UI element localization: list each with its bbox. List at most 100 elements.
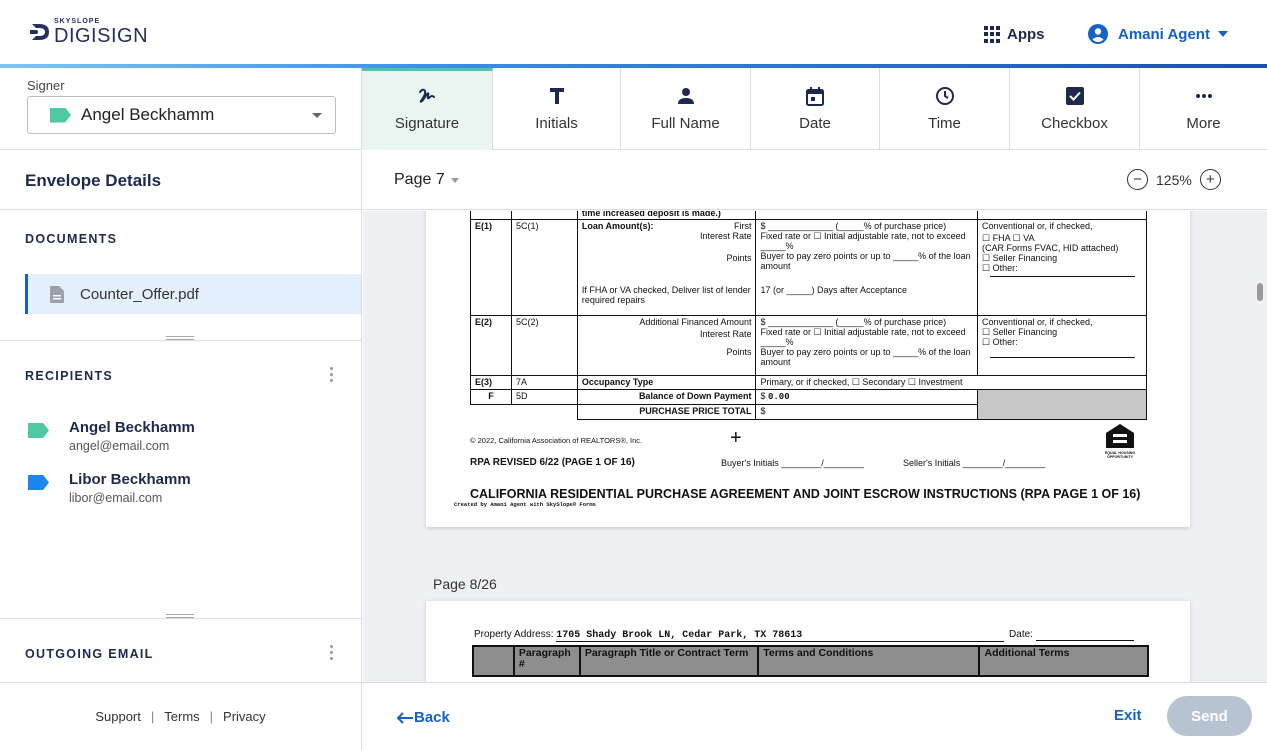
field-toolbar-row: Signer Angel Beckhamm Signature Initials: [0, 68, 1267, 150]
tool-more[interactable]: More: [1140, 68, 1267, 150]
envelope-sidebar: Envelope Details DOCUMENTS Counter_Offer…: [0, 151, 362, 682]
tool-time[interactable]: Time: [880, 68, 1010, 150]
digisign-logo[interactable]: SKYSLOPE DIGISIGN: [30, 18, 148, 46]
doc-cell-shaded: [977, 389, 1147, 420]
doc-header-cell: Additional Terms: [978, 645, 1149, 677]
page-8-label: Page 8/26: [433, 576, 497, 592]
tool-signature[interactable]: Signature: [362, 68, 493, 150]
tool-full-name[interactable]: Full Name: [621, 68, 751, 150]
signer-selected-value: Angel Beckhamm: [81, 105, 215, 124]
doc-cell: E(3): [470, 375, 512, 390]
recipients-label: RECIPIENTS: [25, 369, 114, 383]
doc-text: Conventional or, if checked,: [982, 221, 1093, 231]
outgoing-email-label: OUTGOING EMAIL: [25, 647, 154, 661]
send-button[interactable]: Send: [1167, 696, 1252, 736]
zoom-controls: − 125% +: [1127, 169, 1221, 190]
doc-cell: PURCHASE PRICE TOTAL: [576, 404, 757, 420]
chevron-down-icon: [1217, 31, 1228, 37]
support-link[interactable]: Support: [95, 709, 141, 724]
recipients-menu-icon[interactable]: [330, 367, 334, 382]
outgoing-email-menu-icon[interactable]: [330, 645, 334, 660]
signer-label: Signer: [27, 78, 65, 93]
document-viewer[interactable]: time increased deposit is made.) E(1) 5C…: [363, 211, 1267, 682]
doc-text: ☐ FHA ☐ VA: [982, 233, 1035, 243]
section-divider: [0, 618, 361, 619]
signature-icon: [417, 84, 437, 108]
footer-links: Support | Terms | Privacy: [0, 683, 362, 750]
logo-small-text: SKYSLOPE: [54, 18, 101, 25]
back-label: Back: [414, 709, 450, 726]
doc-text: $: [760, 391, 766, 401]
doc-text: ☐ Other:: [982, 337, 1018, 347]
terms-link[interactable]: Terms: [164, 709, 199, 724]
user-name: Amani Agent: [1118, 25, 1210, 43]
top-bar: SKYSLOPE DIGISIGN Apps Amani Agent: [0, 0, 1267, 64]
doc-cell: $: [755, 404, 978, 420]
recipient-item[interactable]: Angel Beckhamm angel@email.com: [28, 419, 195, 453]
caret-down-icon: [450, 177, 459, 183]
doc-text: Interest Rate: [699, 329, 752, 339]
doc-text: Conventional or, if checked,: [982, 317, 1093, 327]
initials-icon: [549, 84, 565, 108]
signer-select[interactable]: Angel Beckhamm: [27, 96, 336, 134]
doc-eho-text: EQUAL HOUSING OPPORTUNITY: [1104, 451, 1136, 459]
doc-seller-initials: Seller's Initials ________/________: [903, 458, 1046, 468]
doc-text: Date:: [1009, 629, 1033, 640]
tool-label: Initials: [535, 115, 578, 132]
link-separator: |: [209, 709, 214, 724]
zoom-in-button[interactable]: +: [1199, 169, 1221, 190]
more-icon: [1195, 84, 1213, 108]
doc-text: Fixed rate or ☐ Initial adjustable rate,…: [760, 327, 966, 347]
page-selector-value: Page 7: [394, 171, 445, 188]
doc-header-cell: Paragraph Title or Contract Term: [578, 645, 760, 677]
page-toolbar: Page 7 − 125% +: [363, 151, 1267, 210]
doc-cell: 5C(1): [510, 219, 578, 316]
doc-cell: 5C(2): [510, 315, 578, 376]
exit-button[interactable]: Exit: [1114, 707, 1142, 724]
doc-text: ☐ Seller Financing: [982, 327, 1058, 337]
zoom-out-button[interactable]: −: [1127, 169, 1148, 190]
document-name: Counter_Offer.pdf: [80, 285, 199, 303]
tool-initials[interactable]: Initials: [493, 68, 621, 150]
doc-buyer-initials: Buyer's Initials ________/________: [721, 458, 864, 468]
page-selector[interactable]: Page 7: [394, 171, 459, 189]
doc-text: Points: [726, 253, 752, 263]
document-page-8: Property Address: 1705 Shady Brook LN, C…: [426, 601, 1190, 682]
calendar-icon: [806, 84, 824, 108]
privacy-link[interactable]: Privacy: [223, 709, 266, 724]
user-menu-button[interactable]: Amani Agent: [1088, 24, 1228, 44]
checkbox-icon: [1065, 84, 1084, 108]
viewer-scrollbar[interactable]: [1257, 283, 1263, 301]
doc-cell-e1-additional: Conventional or, if checked, ☐ FHA ☐ VA …: [977, 219, 1147, 316]
property-address-value: 1705 Shady Brook LN, Cedar Park, TX 7861…: [556, 630, 1005, 642]
doc-text: (CAR Forms FVAC, HID attached): [982, 243, 1119, 253]
document-item[interactable]: Counter_Offer.pdf: [25, 274, 361, 314]
doc-cell: F: [470, 389, 512, 405]
recipient-name: Libor Beckhamm: [69, 471, 191, 488]
doc-text: Points: [726, 347, 752, 357]
doc-cell-f-value: $ 0.00: [755, 389, 978, 405]
doc-text: Interest Rate: [699, 231, 752, 241]
doc-cell-e2-title: Additional Financed Amount Interest Rate…: [576, 315, 757, 376]
plus-icon[interactable]: +: [730, 427, 742, 450]
recipient-email: libor@email.com: [69, 491, 163, 505]
link-separator: |: [150, 709, 155, 724]
tool-label: Full Name: [651, 115, 720, 132]
doc-text: Buyer to pay zero points or up to _____%…: [760, 251, 971, 271]
user-avatar-icon: [1088, 24, 1108, 44]
apps-menu-button[interactable]: Apps: [984, 26, 1045, 43]
recipient-name: Angel Beckhamm: [69, 419, 195, 436]
recipient-tag-icon: [28, 475, 49, 490]
section-divider: [0, 340, 361, 341]
doc-copyright: © 2022, California Association of REALTO…: [470, 436, 643, 445]
tool-date[interactable]: Date: [751, 68, 880, 150]
back-button[interactable]: Back: [396, 709, 450, 726]
doc-text: $ _____________ (_____% of purchase pric…: [760, 317, 947, 327]
tool-label: Checkbox: [1041, 115, 1108, 132]
doc-text: $ _____________ (_____% of purchase pric…: [760, 221, 947, 231]
person-icon: [677, 84, 695, 108]
doc-text: ☐ Seller Financing: [982, 253, 1058, 263]
recipient-item[interactable]: Libor Beckhamm libor@email.com: [28, 471, 191, 505]
doc-rpa-revision: RPA REVISED 6/22 (PAGE 1 OF 16): [470, 457, 635, 468]
tool-checkbox[interactable]: Checkbox: [1010, 68, 1140, 150]
